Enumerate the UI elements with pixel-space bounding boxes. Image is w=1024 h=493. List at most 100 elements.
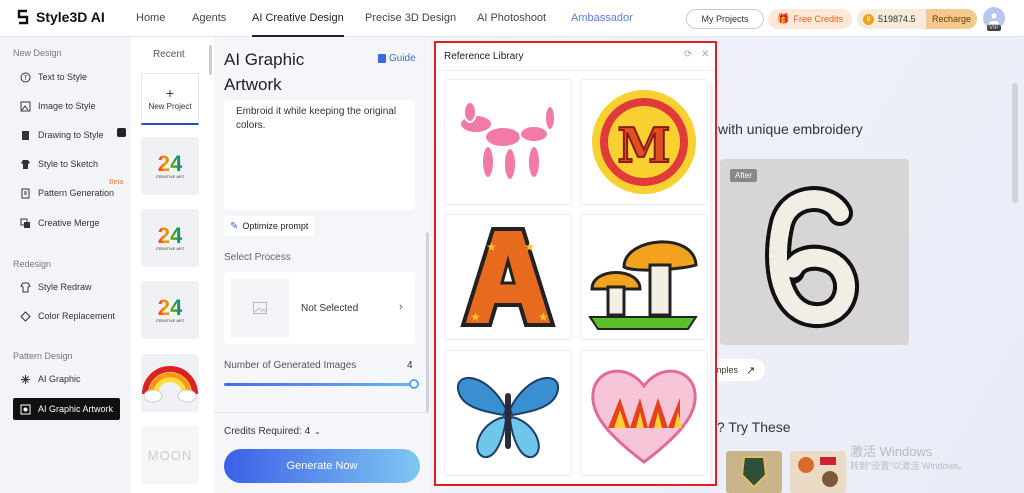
pattern-icon (20, 188, 31, 199)
credits-balance: 8 519874.5 Recharge (857, 9, 977, 29)
guide-link[interactable]: Guide (378, 53, 416, 64)
free-credits-label: Free Credits (793, 14, 843, 24)
rainbow-patch-image (142, 366, 198, 403)
refresh-icon[interactable]: ⟳ (684, 49, 692, 60)
letter-m-patch-image: M (592, 90, 696, 194)
heart-beaded-patch-image (591, 369, 697, 464)
panel-title: AI Graphic Artwork (224, 50, 305, 94)
new-project-label: New Project (148, 102, 192, 111)
library-item-balloon-dog[interactable] (444, 79, 572, 205)
animal-patches-image (798, 457, 838, 487)
magic-icon: ✎ (230, 220, 239, 232)
guide-label: Guide (389, 53, 416, 64)
try-thumb-animals[interactable] (790, 451, 846, 493)
panel-scrollbar[interactable] (426, 232, 429, 412)
recent-scrollbar[interactable] (209, 45, 212, 75)
nav-agents[interactable]: Agents (192, 12, 226, 24)
image-placeholder-icon (253, 302, 267, 314)
library-item-mushroom[interactable] (580, 214, 708, 340)
prompt-textarea[interactable]: Embroid it while keeping the original co… (224, 100, 415, 210)
library-item-butterfly[interactable] (444, 350, 572, 476)
sidebar-item-label: Drawing to Style (38, 130, 104, 140)
free-credits-button[interactable]: 🎁 Free Credits (768, 9, 852, 29)
sidebar-item-creative-merge[interactable]: Creative Merge (13, 212, 120, 234)
recent-thumb-moon[interactable]: MOON (141, 426, 199, 484)
beta-badge: Beta (109, 179, 124, 186)
slider-fill (224, 383, 415, 386)
sidebar-item-pattern-generation[interactable]: Pattern Generation (13, 182, 120, 204)
nav-precise-3d-design[interactable]: Precise 3D Design (365, 12, 456, 24)
section-new-design: New Design (13, 48, 62, 58)
recent-thumb[interactable]: 24 CREATIVE ART (141, 209, 199, 267)
recharge-button[interactable]: Recharge (925, 9, 977, 29)
sidebar-item-image-to-style[interactable]: Image to Style (13, 95, 120, 117)
try-these-heading: al? Try These (706, 419, 791, 435)
sidebar-item-drawing-to-style[interactable]: Drawing to Style (13, 124, 126, 146)
svg-text:★: ★ (470, 310, 481, 324)
sidebar-item-color-replacement[interactable]: Color Replacement (13, 305, 120, 327)
generate-now-button[interactable]: Generate Now (224, 449, 420, 483)
recent-column: Recent + New Project 24 CREATIVE ART 24 … (131, 37, 214, 493)
thumb-caption: CREATIVE ART (155, 246, 185, 251)
num-images-label: Number of Generated Images (224, 360, 357, 371)
recent-title: Recent (153, 49, 185, 60)
sidebar-item-label: AI Graphic Artwork (38, 404, 114, 414)
balloon-dog-patch-image (459, 101, 556, 181)
sidebar-item-ai-graphic-artwork[interactable]: AI Graphic Artwork (13, 398, 120, 420)
sidebar-item-style-to-sketch[interactable]: Style to Sketch (13, 153, 120, 175)
nav-ambassador[interactable]: Ambassador (571, 12, 633, 24)
nav-ai-creative-design[interactable]: AI Creative Design (252, 12, 344, 37)
optimize-prompt-button[interactable]: ✎ Optimize prompt (224, 216, 315, 236)
panel-divider (214, 412, 430, 413)
image-style-icon (20, 101, 31, 112)
generate-label: Generate Now (286, 460, 358, 472)
process-selector[interactable]: Not Selected › (224, 272, 415, 344)
library-scrollbar[interactable] (710, 83, 713, 483)
sidebar-item-ai-graphic[interactable]: AI Graphic (13, 368, 120, 390)
mushroom-patch-image (588, 240, 698, 330)
recent-thumb[interactable]: 24 CREATIVE ART (141, 281, 199, 339)
merge-icon (20, 218, 31, 229)
try-thumb-badge[interactable] (726, 451, 782, 493)
library-divider (436, 70, 715, 71)
settings-panel: AI Graphic Artwork Guide Embroid it whil… (214, 37, 430, 493)
credits-required-label: Credits Required: 4 (224, 426, 311, 437)
shield-patch-image (740, 456, 768, 489)
my-projects-button[interactable]: My Projects (686, 9, 764, 29)
sketch-icon (20, 159, 31, 170)
close-icon[interactable]: ✕ (701, 49, 709, 60)
prompt-text: Embroid it while keeping the original co… (236, 106, 397, 131)
recent-thumb[interactable]: 24 CREATIVE ART (141, 137, 199, 195)
thumb-number: 24 (156, 153, 185, 175)
credits-required[interactable]: Credits Required: 4 ⌄ (224, 426, 321, 437)
chevron-right-icon: › (399, 301, 403, 313)
reference-library-panel: Reference Library ⟳ ✕ M ★ ★ ★ ★ (434, 41, 717, 486)
nav-ai-photoshoot[interactable]: AI Photoshoot (477, 12, 546, 24)
nav-home[interactable]: Home (136, 12, 165, 24)
sidebar-item-style-redraw[interactable]: Style Redraw (13, 276, 120, 298)
library-item-letter-a[interactable]: ★ ★ ★ ★ (444, 214, 572, 340)
artwork-icon (20, 404, 31, 415)
library-title: Reference Library (444, 51, 524, 62)
slider-handle[interactable] (409, 379, 419, 389)
thumb-caption: CREATIVE ART (155, 318, 185, 323)
library-item-heart[interactable] (580, 350, 708, 476)
after-example-image: After (720, 159, 909, 345)
process-image-placeholder (231, 279, 289, 337)
new-project-button[interactable]: + New Project (141, 73, 199, 125)
user-icon (989, 13, 999, 24)
text-style-icon: T (20, 72, 31, 83)
sidebar-item-text-to-style[interactable]: T Text to Style (13, 66, 120, 88)
brand-logo[interactable]: Style3D AI (16, 9, 105, 25)
book-icon (378, 54, 386, 63)
recent-thumb-rainbow[interactable] (141, 354, 199, 412)
my-projects-label: My Projects (701, 14, 749, 24)
main-scrollbar[interactable] (1012, 83, 1018, 203)
num-images-value: 4 (407, 360, 413, 371)
coin-icon: 8 (863, 13, 874, 25)
pen-icon (117, 128, 126, 137)
num-images-slider[interactable] (224, 379, 419, 389)
thumb-number: 24 (156, 297, 185, 319)
library-item-letter-m[interactable]: M (580, 79, 708, 205)
redraw-icon (20, 282, 31, 293)
